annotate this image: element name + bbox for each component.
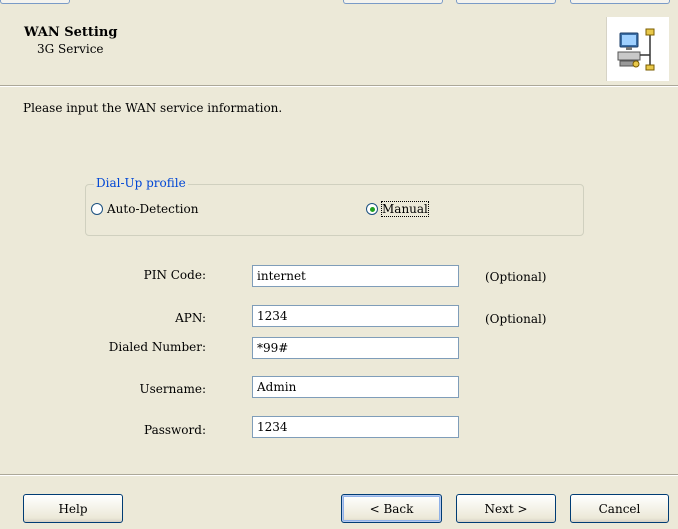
partial-button bbox=[343, 0, 443, 4]
apn-optional-note: (Optional) bbox=[485, 312, 547, 326]
dialup-profile-legend: Dial-Up profile bbox=[94, 176, 188, 190]
password-input[interactable] bbox=[252, 416, 459, 438]
cancel-button[interactable]: Cancel bbox=[570, 494, 669, 523]
username-label: Username: bbox=[139, 382, 206, 396]
pin-code-input[interactable] bbox=[252, 265, 459, 287]
partial-button bbox=[570, 0, 670, 4]
apn-label: APN: bbox=[175, 311, 206, 325]
next-button[interactable]: Next > bbox=[456, 494, 556, 523]
page-subtitle: 3G Service bbox=[37, 42, 104, 56]
radio-manual[interactable]: Manual bbox=[366, 201, 429, 217]
radio-auto-detection-label: Auto-Detection bbox=[107, 202, 199, 216]
footer-divider-highlight bbox=[0, 475, 678, 476]
radio-auto-detection[interactable]: Auto-Detection bbox=[91, 202, 198, 216]
pin-code-label: PIN Code: bbox=[143, 268, 206, 282]
dialed-number-label: Dialed Number: bbox=[108, 340, 206, 354]
help-button[interactable]: Help bbox=[23, 494, 123, 523]
radio-dot-icon bbox=[369, 206, 375, 212]
radio-unchecked-icon[interactable] bbox=[91, 203, 103, 215]
pin-code-optional-note: (Optional) bbox=[485, 270, 547, 284]
partial-button bbox=[456, 0, 556, 4]
wizard-header: WAN Setting 3G Service bbox=[0, 5, 678, 86]
network-computer-icon bbox=[606, 17, 669, 81]
apn-input[interactable] bbox=[252, 305, 459, 327]
radio-checked-icon[interactable] bbox=[366, 203, 378, 215]
intro-text: Please input the WAN service information… bbox=[23, 101, 283, 115]
page-title: WAN Setting bbox=[24, 25, 118, 40]
dialed-number-input[interactable] bbox=[252, 337, 459, 359]
back-button[interactable]: < Back bbox=[341, 494, 442, 523]
header-divider bbox=[0, 86, 678, 87]
username-input[interactable] bbox=[252, 376, 459, 398]
password-label: Password: bbox=[144, 423, 206, 437]
partial-button bbox=[0, 0, 70, 4]
radio-manual-label: Manual bbox=[381, 201, 429, 217]
